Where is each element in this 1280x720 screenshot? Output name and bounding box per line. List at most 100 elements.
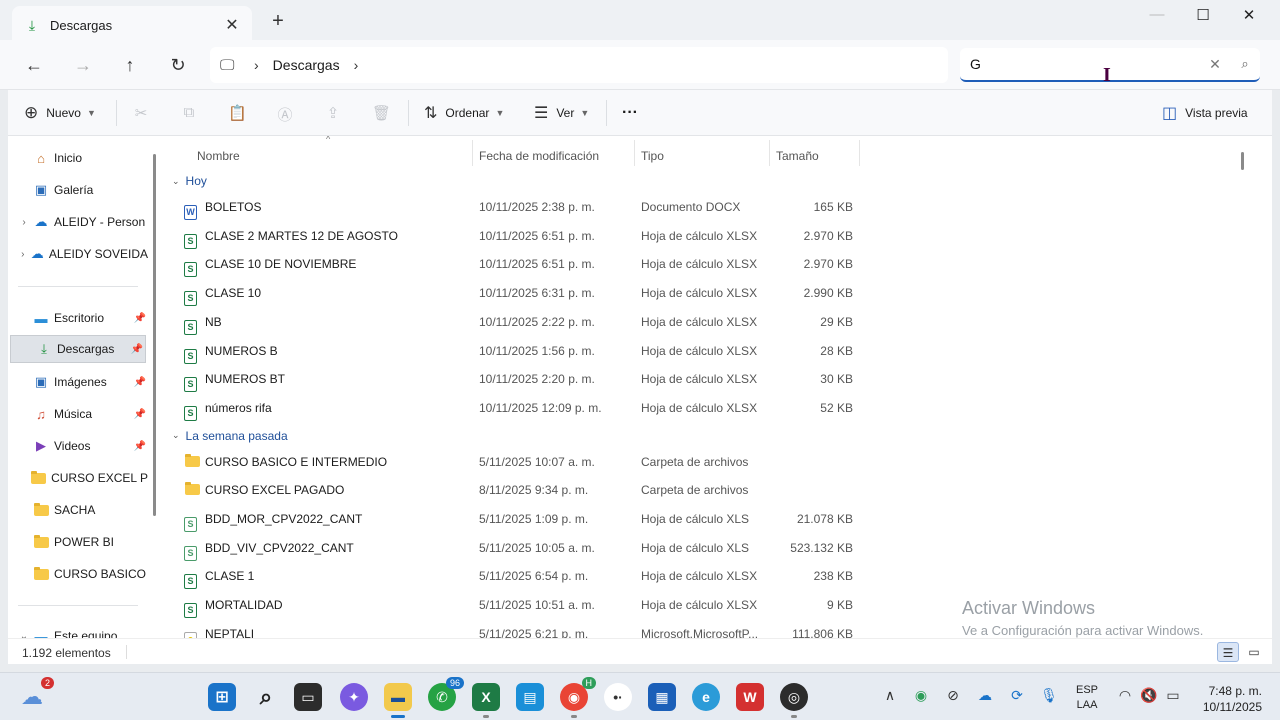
sidebar-item-aleidy-personal[interactable]: › ☁ ALEIDY - Person [8,208,148,236]
chevron-down-icon[interactable]: ⌄ [172,176,180,187]
view-button[interactable]: ☰ Ver ▼ [534,102,589,124]
file-row[interactable]: S NUMEROS BT 10/11/2025 2:20 p. m. Hoja de … [164,365,864,393]
sidebar-scrollbar[interactable] [153,154,156,516]
details-view-button[interactable]: ☰ [1217,642,1239,662]
edge-icon[interactable]: e [692,683,720,711]
sort-button[interactable]: ⇅ Ordenar ▼ [424,102,504,124]
wps-office-icon[interactable]: W [736,683,764,711]
group-header[interactable]: ⌄ La semana pasada [172,426,288,446]
sidebar-item-curso-basico[interactable]: CURSO BASICO [8,560,148,588]
search-icon[interactable]: ⌕ [252,683,280,711]
refresh-button[interactable]: ↻ [167,54,189,76]
up-button[interactable]: ↑ [119,54,141,76]
chevron-right-icon[interactable]: › [16,249,30,260]
file-row[interactable]: S BDD_MOR_CPV2022_CANT 5/11/2025 1:09 p. m… [164,505,864,533]
chevron-down-icon[interactable]: ⌄ [16,631,32,639]
address-bar[interactable]: 🖵 › Descargas › [210,47,948,83]
weather-widget-icon[interactable]: ☁ 2 [18,677,54,711]
tab-close-icon[interactable]: ✕ [224,15,240,35]
file-row[interactable]: W BOLETOS 10/11/2025 2:38 p. m. Documento D… [164,193,864,221]
column-divider[interactable] [634,140,635,166]
sidebar-item-galeria[interactable]: ▣ Galería [8,176,148,204]
network-off-icon[interactable]: ⊘ [942,687,964,704]
onedrive-icon[interactable]: ☁ [974,687,996,704]
store-icon[interactable]: ▦ [648,683,676,711]
column-divider[interactable] [769,140,770,166]
sidebar-item-musica[interactable]: ♫ Música 📌 [8,400,148,428]
column-divider[interactable] [859,140,860,166]
sidebar-item-aleidy-soveida[interactable]: › ☁ ALEIDY SOVEIDA [8,240,148,268]
copilot-icon[interactable]: ✦ [340,683,368,711]
column-header-type[interactable]: Tipo [641,142,761,170]
pin-icon[interactable]: 📌 [134,313,146,324]
pin-icon[interactable]: 📌 [134,377,146,388]
task-view-icon[interactable]: ▭ [294,683,322,711]
rename-icon[interactable]: Ⓐ [276,104,294,124]
chevron-down-icon[interactable]: ⌄ [172,430,180,441]
chevron-right-icon[interactable]: › [16,217,32,228]
breadcrumb-descargas[interactable]: Descargas [273,57,340,73]
pin-icon[interactable]: 📌 [134,409,146,420]
file-row[interactable]: S MORTALIDAD 5/11/2025 10:51 a. m. Hoja de … [164,591,864,619]
delete-icon[interactable]: 🗑 [372,104,391,122]
file-row[interactable]: S NB 10/11/2025 2:22 p. m. Hoja de cálculo … [164,308,864,336]
file-row[interactable]: S NUMEROS B 10/11/2025 1:56 p. m. Hoja de c… [164,337,864,365]
search-icon[interactable]: ⌕ [1230,56,1260,72]
share-icon[interactable]: ⇪ [324,104,342,122]
microphone-icon[interactable]: 🎙 [1038,687,1060,704]
sidebar-item-videos[interactable]: ▶ Videos 📌 [8,432,148,460]
search-input[interactable] [970,56,1200,72]
file-row[interactable]: S CLASE 1 5/11/2025 6:54 p. m. Hoja de cálc… [164,562,864,590]
back-button[interactable]: ← [23,54,45,76]
sync-icon[interactable]: ⟳ [1006,687,1028,704]
maximize-button[interactable]: ☐ [1180,6,1226,28]
copy-icon[interactable]: ⧉ [180,104,198,122]
excel-icon[interactable]: X [472,683,500,718]
file-row[interactable]: S CLASE 10 10/11/2025 6:31 p. m. Hoja de cá… [164,279,864,307]
minimize-button[interactable]: — [1134,6,1180,28]
file-row[interactable]: CURSO BASICO E INTERMEDIO 5/11/2025 10:07… [164,448,864,476]
file-row[interactable]: Snúmeros rifa 10/11/2025 12:09 p. m. Hoja … [164,394,864,422]
forward-button[interactable]: → [72,54,94,76]
obs-icon[interactable]: ◎ [780,683,808,718]
sidebar-item-imagenes[interactable]: ▣ Imágenes 📌 [8,368,148,396]
tab-descargas[interactable]: ⤓ Descargas ✕ [12,6,252,44]
chevron-right-icon[interactable]: › [254,57,259,73]
column-divider[interactable] [472,140,473,166]
column-header-size[interactable]: Tamaño [776,142,856,170]
wifi-icon[interactable]: ◠ [1114,687,1136,704]
file-row[interactable]: NEPTALI 5/11/2025 6:21 p. m. Microsoft.Mic… [164,620,864,638]
app-icon[interactable]: ▤ [516,683,544,711]
volume-muted-icon[interactable]: 🔇 [1138,687,1160,704]
sidebar-item-escritorio[interactable]: ▬ Escritorio 📌 [8,304,148,332]
sidebar-item-este-equipo[interactable]: ⌄ ▬ Este equipo [8,622,148,639]
preview-button[interactable]: ◫ Vista previa [1162,102,1248,124]
sidebar-item-power-bi[interactable]: POWER BI [8,528,148,556]
sidebar-item-curso-excel[interactable]: CURSO EXCEL P [8,464,148,492]
sidebar-item-descargas[interactable]: ⤓ Descargas 📌 [10,335,146,363]
file-row[interactable]: S CLASE 10 DE NOVIEMBRE 10/11/2025 6:51 p.… [164,250,864,278]
whatsapp-icon[interactable]: ✆ 96 [428,677,464,711]
column-header-name[interactable]: Nombre [197,142,467,170]
paste-icon[interactable]: 📋 [228,104,247,122]
close-window-button[interactable]: ✕ [1226,6,1272,28]
column-header-date[interactable]: Fecha de modificación [479,142,629,170]
chevron-right-icon[interactable]: › [354,57,359,73]
language-indicator[interactable]: ESP LAA [1076,683,1098,713]
monitor-icon[interactable]: 🖵 [220,57,240,74]
group-header[interactable]: ⌄ Hoy [172,171,207,191]
app-icon[interactable]: •· [604,683,632,711]
file-explorer-icon[interactable]: ▬ [384,683,412,718]
show-hidden-icons-icon[interactable]: ∧ [879,687,901,704]
new-tab-button[interactable]: + [268,11,288,32]
chrome-icon[interactable]: ◉ H [560,677,596,718]
clear-search-icon[interactable]: ✕ [1200,56,1230,73]
tiles-view-button[interactable]: ▭ [1243,642,1265,662]
pin-icon[interactable]: 📌 [134,441,146,452]
start-button-icon[interactable]: ⊞ [208,683,236,711]
more-options-button[interactable]: ··· [622,102,638,124]
pin-icon[interactable]: 📌 [131,344,143,355]
sidebar-item-inicio[interactable]: ⌂ Inicio [8,144,148,172]
battery-icon[interactable]: ▭ [1162,687,1184,704]
new-button[interactable]: ⊕ Nuevo ▼ [24,102,96,124]
